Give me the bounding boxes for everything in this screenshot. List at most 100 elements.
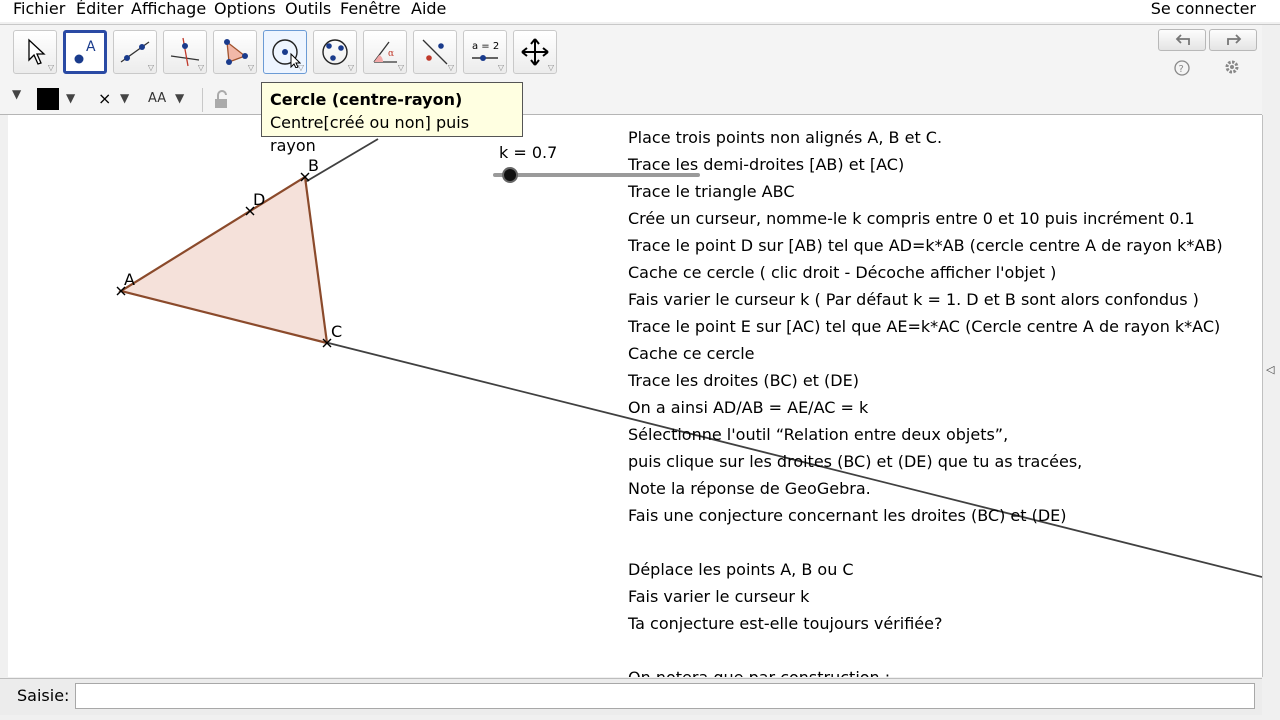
chevron-down-icon: ▽ xyxy=(47,63,54,72)
label-c: C xyxy=(331,322,342,341)
input-label: Saisie: xyxy=(17,686,70,705)
geogebra-window: Fichier Éditer Affichage Options Outils … xyxy=(0,0,1280,720)
instructions-text: Place trois points non alignés A, B et C… xyxy=(628,124,1223,677)
undo-button[interactable] xyxy=(1158,29,1206,51)
svg-text:α: α xyxy=(388,49,394,59)
redo-button[interactable] xyxy=(1209,29,1257,51)
instruction-line: Sélectionne l'outil “Relation entre deux… xyxy=(628,425,1009,444)
instruction-line: On notera que par construction : xyxy=(628,664,1223,677)
instruction-line: Cache ce cercle xyxy=(628,344,755,363)
circle-three-points-tool-icon xyxy=(322,39,348,65)
instruction-line: Trace le point E sur [AC) tel que AE=k*A… xyxy=(628,317,1221,336)
perpendicular-tool-icon xyxy=(170,37,200,67)
text-size-icon[interactable]: AA xyxy=(148,91,166,106)
line-tool-button[interactable]: ▽ xyxy=(113,30,157,74)
reflect-tool-icon xyxy=(422,39,448,65)
stylebar-toggle-icon[interactable]: ▼ xyxy=(12,87,21,101)
instruction-line: Trace le triangle ABC xyxy=(628,182,795,201)
chevron-down-icon: ▽ xyxy=(347,63,354,72)
chevron-down-icon[interactable]: ▼ xyxy=(66,91,75,105)
menu-options[interactable]: Options xyxy=(214,0,276,19)
move-view-tool-button[interactable]: ▽ xyxy=(513,30,557,74)
move-tool-icon xyxy=(28,38,46,65)
chevron-down-icon: ▽ xyxy=(197,63,204,72)
instruction-line: Note la réponse de GeoGebra. xyxy=(628,479,871,498)
instruction-line: Trace les demi-droites [AB) et [AC) xyxy=(628,155,905,174)
tooltip-description: Centre[créé ou non] puis rayon xyxy=(270,113,470,155)
instruction-line: Ta conjecture est-elle toujours vérifiée… xyxy=(628,614,943,633)
menu-bar: Fichier Éditer Affichage Options Outils … xyxy=(0,0,1280,22)
instruction-line: Fais varier le curseur k xyxy=(628,587,810,606)
chevron-down-icon: ▽ xyxy=(397,63,404,72)
chevron-down-icon: ▽ xyxy=(547,63,554,72)
instruction-line: Fais une conjecture concernant les droit… xyxy=(628,506,1067,525)
angle-tool-button[interactable]: α ▽ xyxy=(363,30,407,74)
instruction-line: Trace le point D sur [AB) tel que AD=k*A… xyxy=(628,236,1223,255)
menu-outils[interactable]: Outils xyxy=(285,0,331,19)
label-a: A xyxy=(124,270,135,289)
label-d: D xyxy=(253,190,265,209)
polygon-tool-button[interactable]: ▽ xyxy=(213,30,257,74)
point-tool-button[interactable]: A xyxy=(63,30,107,74)
toolbar: ▽ A ▽ ▽ ▽ ▽ ▽ α ▽ ▽ a = 2 ▽ ▽ ? xyxy=(0,25,1262,88)
style-bar: ▼ ▼ × ▼ AA ▼ xyxy=(0,87,1262,115)
tooltip-title: Cercle (centre-rayon) xyxy=(270,90,463,109)
line-tool-icon xyxy=(120,41,150,63)
undo-icon xyxy=(1175,34,1190,45)
svg-text:?: ? xyxy=(1179,64,1184,75)
menu-affichage[interactable]: Affichage xyxy=(131,0,206,19)
move-view-tool-icon xyxy=(521,38,549,66)
lock-icon[interactable] xyxy=(212,90,232,110)
input-field[interactable] xyxy=(75,683,1255,709)
menu-aide[interactable]: Aide xyxy=(411,0,446,19)
circle-center-radius-tool-icon xyxy=(272,39,301,68)
chevron-down-icon: ▽ xyxy=(497,63,504,72)
circle-center-radius-tool-button[interactable]: ▽ xyxy=(263,30,307,74)
instruction-line xyxy=(628,529,1223,556)
tool-tooltip: Cercle (centre-rayon) Centre[créé ou non… xyxy=(261,82,523,155)
chevron-down-icon: ▽ xyxy=(297,63,304,72)
triangle-abc[interactable] xyxy=(118,175,329,345)
instruction-line: puis clique sur les droites (BC) et (DE)… xyxy=(628,452,1083,471)
slider-knob[interactable] xyxy=(502,167,519,183)
side-panel-handle[interactable]: ◁ xyxy=(1262,115,1280,677)
color-swatch[interactable] xyxy=(37,88,59,110)
help-icon[interactable]: ? xyxy=(1174,60,1190,76)
point-style-icon[interactable]: × xyxy=(98,89,111,108)
slider-tool-icon: a = 2 xyxy=(472,41,499,61)
login-link[interactable]: Se connecter xyxy=(1151,0,1256,19)
instruction-line: Trace les droites (BC) et (DE) xyxy=(628,371,859,390)
redo-icon xyxy=(1227,34,1242,45)
perpendicular-tool-button[interactable]: ▽ xyxy=(163,30,207,74)
instruction-line: Place trois points non alignés A, B et C… xyxy=(628,128,943,147)
point-tool-icon: A xyxy=(74,39,96,64)
chevron-down-icon[interactable]: ▼ xyxy=(175,91,184,105)
instruction-line: Crée un curseur, nomme-le k compris entr… xyxy=(628,209,1195,228)
graphics-view[interactable]: A B C D k = 0.7 Place trois points non a… xyxy=(8,115,1262,677)
label-b: B xyxy=(308,156,319,175)
chevron-down-icon: ▽ xyxy=(247,63,254,72)
slider-tool-text: a = 2 xyxy=(472,41,499,52)
chevron-down-icon: ▽ xyxy=(447,63,454,72)
angle-tool-icon: α xyxy=(373,41,397,63)
gear-icon[interactable] xyxy=(1223,58,1241,76)
slider-tool-button[interactable]: a = 2 ▽ xyxy=(463,30,507,74)
chevron-down-icon: ▽ xyxy=(147,63,154,72)
instruction-line: Cache ce cercle ( clic droit - Décoche a… xyxy=(628,263,1057,282)
menu-editer[interactable]: Éditer xyxy=(76,0,123,19)
menu-fenetre[interactable]: Fenêtre xyxy=(340,0,401,19)
instruction-line: Fais varier le curseur k ( Par défaut k … xyxy=(628,290,1199,309)
instruction-line xyxy=(628,637,1223,664)
input-bar: Saisie: xyxy=(0,678,1262,715)
menu-fichier[interactable]: Fichier xyxy=(13,0,65,19)
instruction-line: On a ainsi AD/AB = AE/AC = k xyxy=(628,398,869,417)
reflect-tool-button[interactable]: ▽ xyxy=(413,30,457,74)
stylebar-divider xyxy=(202,88,203,112)
circle-three-points-tool-button[interactable]: ▽ xyxy=(313,30,357,74)
instruction-line: Déplace les points A, B ou C xyxy=(628,560,854,579)
chevron-down-icon[interactable]: ▼ xyxy=(120,91,129,105)
polygon-tool-icon xyxy=(224,39,248,65)
move-tool-button[interactable]: ▽ xyxy=(13,30,57,74)
chevron-left-icon[interactable]: ◁ xyxy=(1266,363,1274,376)
svg-text:A: A xyxy=(86,39,96,55)
